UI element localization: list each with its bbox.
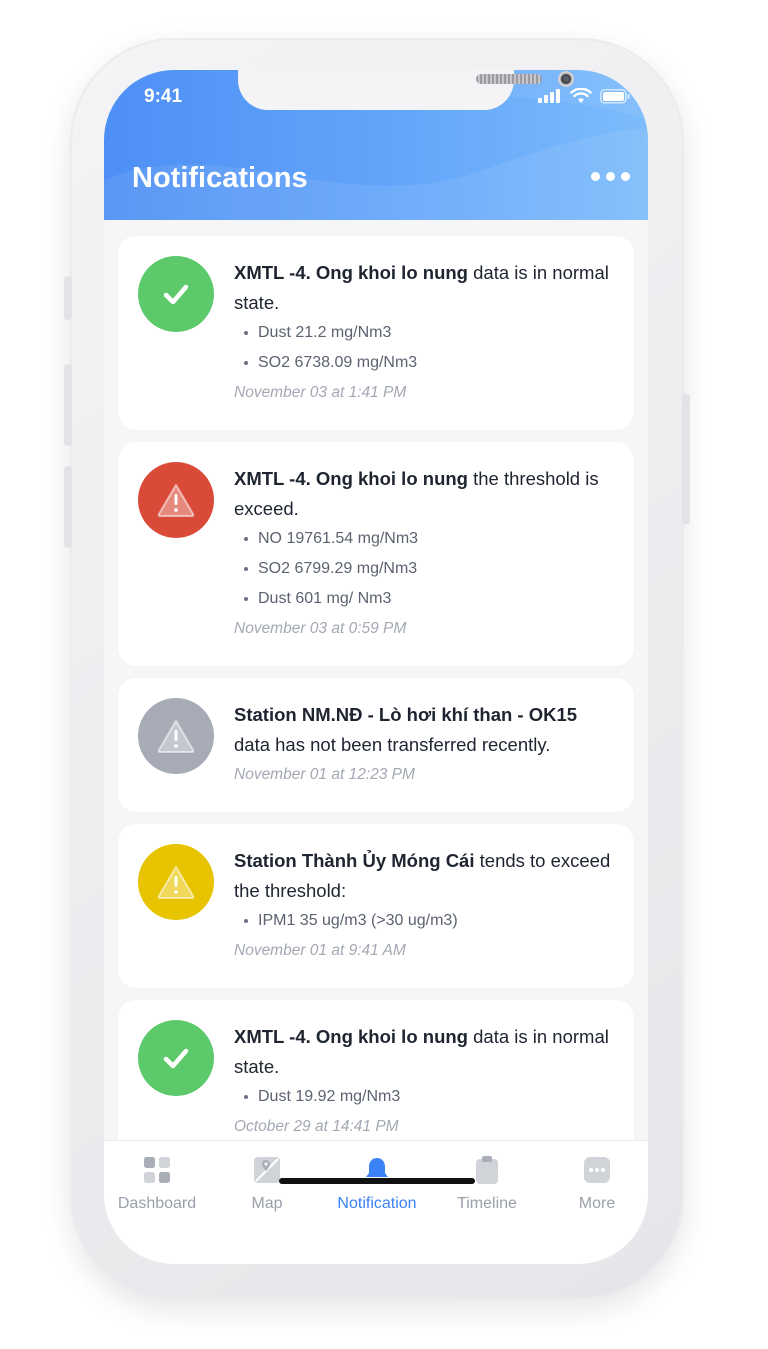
bottom-tab-bar: Dashboard Map Notification Timeline More — [104, 1140, 648, 1264]
more-icon — [542, 1153, 648, 1187]
notification-timestamp: November 01 at 12:23 PM — [234, 766, 415, 783]
measurement-item: Dust 21.2 mg/Nm3 — [234, 318, 618, 348]
tab-label: Dashboard — [117, 1195, 197, 1212]
notification-message: XMTL -4. Ong khoi lo nung data is in nor… — [234, 1022, 618, 1082]
check-status-icon — [138, 1020, 214, 1096]
notification-card[interactable]: XMTL -4. Ong khoi lo nung data is in nor… — [118, 1000, 634, 1140]
tab-dashboard[interactable]: Dashboard — [104, 1153, 212, 1213]
app-screen: 9:41 Notifications XMTL -4. Ong khoi lo … — [104, 70, 648, 1264]
power-button — [682, 394, 690, 524]
wifi-icon — [570, 88, 592, 103]
tab-label: More — [578, 1195, 616, 1212]
notification-message: Station Thành Ủy Móng Cái tends to excee… — [234, 846, 618, 906]
notification-source: Station NM.NĐ - Lò hơi khí than - OK15 — [234, 704, 578, 725]
dot-icon — [591, 172, 600, 181]
notification-timestamp: November 03 at 1:41 PM — [234, 384, 407, 401]
signal-icon — [538, 89, 560, 103]
volume-up-button — [64, 364, 72, 446]
notification-source: XMTL -4. Ong khoi lo nung — [234, 1026, 468, 1047]
more-options-button[interactable] — [591, 172, 630, 181]
measurement-item: IPM1 35 ug/m3 (>30 ug/m3) — [234, 906, 618, 936]
status-icons — [538, 88, 630, 104]
notification-source: XMTL -4. Ong khoi lo nung — [234, 468, 468, 489]
notification-source: XMTL -4. Ong khoi lo nung — [234, 262, 468, 283]
notification-message: XMTL -4. Ong khoi lo nung the threshold … — [234, 464, 618, 524]
notification-message: Station NM.NĐ - Lò hơi khí than - OK15 d… — [234, 700, 618, 760]
front-camera — [558, 71, 574, 87]
notification-timestamp: October 29 at 14:41 PM — [234, 1118, 399, 1135]
warning-status-icon — [138, 698, 214, 774]
warning-status-icon — [138, 462, 214, 538]
notification-list: XMTL -4. Ong khoi lo nung data is in nor… — [104, 220, 648, 1140]
tab-label: Map — [251, 1195, 283, 1212]
notification-text: data has not been transferred recently. — [234, 734, 551, 755]
notification-source: Station Thành Ủy Móng Cái — [234, 850, 475, 871]
measurement-item: SO2 6799.29 mg/Nm3 — [234, 554, 618, 584]
measurement-list: Dust 21.2 mg/Nm3 SO2 6738.09 mg/Nm3 — [234, 318, 618, 378]
tab-label: Timeline — [457, 1195, 517, 1212]
notification-card[interactable]: Station Thành Ủy Móng Cái tends to excee… — [118, 824, 634, 988]
measurement-item: NO 19761.54 mg/Nm3 — [234, 524, 618, 554]
volume-down-button — [64, 466, 72, 548]
mute-switch — [64, 276, 72, 320]
measurement-list: NO 19761.54 mg/Nm3 SO2 6799.29 mg/Nm3 Dust… — [234, 524, 618, 614]
measurement-item: Dust 19.92 mg/Nm3 — [234, 1082, 618, 1112]
measurement-item: Dust 601 mg/ Nm3 — [234, 584, 618, 614]
dot-icon — [606, 172, 615, 181]
check-status-icon — [138, 256, 214, 332]
dashboard-icon — [104, 1153, 212, 1187]
notification-card[interactable]: XMTL -4. Ong khoi lo nung the threshold … — [118, 442, 634, 666]
notification-card[interactable]: XMTL -4. Ong khoi lo nung data is in nor… — [118, 236, 634, 430]
measurement-list: IPM1 35 ug/m3 (>30 ug/m3) — [234, 906, 618, 936]
tab-label: Notification — [337, 1195, 417, 1212]
status-time: 9:41 — [144, 86, 183, 107]
dot-icon — [621, 172, 630, 181]
measurement-item: SO2 6738.09 mg/Nm3 — [234, 348, 618, 378]
page-title: Notifications — [132, 162, 308, 194]
battery-icon — [600, 88, 630, 104]
home-indicator — [279, 1178, 475, 1184]
notification-card[interactable]: Station NM.NĐ - Lò hơi khí than - OK15 d… — [118, 678, 634, 812]
tab-more[interactable]: More — [542, 1153, 648, 1213]
notification-timestamp: November 01 at 9:41 AM — [234, 942, 406, 959]
measurement-list: Dust 19.92 mg/Nm3 — [234, 1082, 618, 1112]
phone-notch — [238, 70, 574, 110]
notification-timestamp: November 03 at 0:59 PM — [234, 620, 407, 637]
warning-status-icon — [138, 844, 214, 920]
notification-message: XMTL -4. Ong khoi lo nung data is in nor… — [234, 258, 618, 318]
speaker-grille — [476, 74, 542, 84]
